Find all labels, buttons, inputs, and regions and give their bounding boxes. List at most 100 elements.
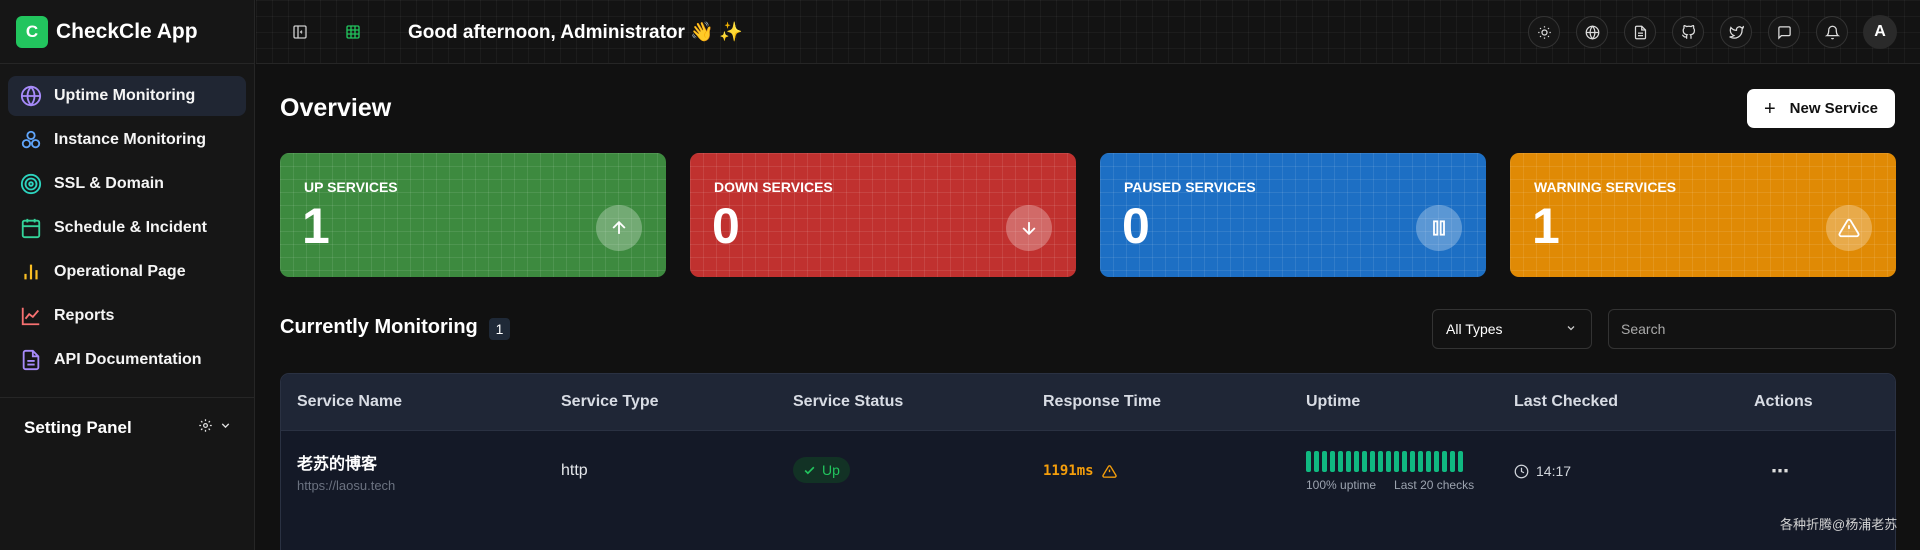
up-services-card: UP SERVICES 1 [280,153,666,277]
uptime-check-bar [1314,451,1319,472]
sidebar-item-instance-monitoring[interactable]: Instance Monitoring [8,120,246,160]
new-service-button[interactable]: + New Service [1747,89,1895,128]
sidebar-item-uptime-monitoring[interactable]: Uptime Monitoring [8,76,246,116]
service-type: http [561,462,588,479]
card-label: PAUSED SERVICES [1124,179,1256,195]
greeting-text: Good afternoon, Administrator [408,22,685,43]
uptime-caption: 100% uptime Last 20 checks [1306,478,1474,492]
card-value: 0 [712,198,740,254]
card-label: WARNING SERVICES [1534,179,1677,195]
column-header-actions: Actions [1754,393,1813,410]
sidebar-item-ssl-domain[interactable]: SSL & Domain [8,164,246,204]
uptime-check-bar [1418,451,1423,472]
warning-services-card: WARNING SERVICES 1 [1510,153,1896,277]
docs-button[interactable] [1624,16,1656,48]
last-checked: 14:17 [1514,463,1571,479]
sidebar-nav: Uptime Monitoring Instance Monitoring SS… [0,64,254,380]
uptime-check-bar [1426,451,1431,472]
uptime-check-bar [1450,451,1455,472]
greeting: Good afternoon, Administrator 👋 ✨ [408,20,743,44]
column-header-service-name[interactable]: Service Name [297,393,402,411]
sun-icon [1537,25,1551,39]
uptime-check-bar [1306,451,1311,472]
card-label: DOWN SERVICES [714,179,833,195]
uptime-check-bar [1330,451,1335,472]
sidebar-item-label: Operational Page [54,263,186,280]
sidebar-item-label: Uptime Monitoring [54,87,196,104]
column-header-uptime[interactable]: Uptime [1306,393,1360,411]
arrow-up-icon [596,205,642,251]
brand[interactable]: C CheckCle App [0,0,254,64]
column-header-service-status[interactable]: Service Status [793,393,903,411]
message-icon [1777,25,1791,40]
card-value: 1 [1532,198,1560,254]
sidebar-item-label: Reports [54,307,115,324]
uptime-check-bar [1378,451,1383,472]
status-text: Up [822,462,840,478]
card-value: 1 [302,198,330,254]
uptime-check-bar [1354,451,1359,472]
setting-panel[interactable]: Setting Panel [24,418,232,438]
language-button[interactable] [1576,16,1608,48]
document-icon [1634,25,1646,39]
sidebar-item-reports[interactable]: Reports [8,296,246,336]
column-header-last-checked[interactable]: Last Checked [1514,393,1618,411]
twitter-button[interactable] [1720,16,1752,48]
status-badge: Up [793,457,850,483]
sidebar-item-operational-page[interactable]: Operational Page [8,252,246,292]
app-name: CheckCle App [56,19,198,43]
sidebar: C CheckCle App Uptime Monitoring Instanc… [0,0,255,550]
service-url: https://laosu.tech [297,478,396,493]
table-header: Service Name Service Type Service Status… [281,374,1895,431]
twitter-icon [1728,25,1744,39]
github-icon [1681,24,1695,39]
page-title: Overview [280,94,392,122]
globe-icon [20,85,42,107]
search-input[interactable] [1608,309,1896,349]
sidebar-toggle-icon[interactable] [290,22,310,42]
github-button[interactable] [1672,16,1704,48]
uptime-check-bar [1434,451,1439,472]
warning-icon [1826,205,1872,251]
uptime-check-bar [1346,451,1351,472]
column-header-service-type[interactable]: Service Type [561,393,659,411]
uptime-check-bar [1394,451,1399,472]
avatar[interactable]: A [1863,15,1897,49]
monitoring-title: Currently Monitoring [280,316,478,338]
gear-icon [198,418,213,438]
chevron-down-icon [219,419,232,437]
setting-panel-controls[interactable] [198,418,232,438]
services-table: Service Name Service Type Service Status… [280,373,1896,550]
radar-icon [20,173,42,195]
sidebar-item-api-documentation[interactable]: API Documentation [8,340,246,380]
uptime-check-bar [1338,451,1343,472]
type-filter-select[interactable]: All Types [1432,309,1592,349]
file-icon [20,349,42,371]
notifications-button[interactable] [1816,16,1848,48]
column-header-response-time[interactable]: Response Time [1043,393,1161,411]
feedback-button[interactable] [1768,16,1800,48]
sidebar-item-label: SSL & Domain [54,175,164,192]
theme-toggle-button[interactable] [1528,16,1560,48]
last-checked-time: 14:17 [1536,463,1572,479]
uptime-bars [1306,451,1463,472]
bar-chart-icon [20,261,42,283]
topbar: Good afternoon, Administrator 👋 ✨ A [256,0,1920,64]
sidebar-divider [0,397,255,398]
monitoring-count-badge: 1 [489,318,510,340]
uptime-check-bar [1410,451,1415,472]
uptime-check-bar [1370,451,1375,472]
check-icon [804,466,815,474]
app-root: C CheckCle App Uptime Monitoring Instanc… [0,0,1920,550]
sidebar-item-schedule-incident[interactable]: Schedule & Incident [8,208,246,248]
arrow-down-icon [1006,205,1052,251]
chevron-down-icon [1565,321,1577,337]
grid-icon[interactable] [343,22,363,42]
bell-icon [1824,25,1840,39]
response-time: 1191ms [1043,463,1117,479]
row-actions-button[interactable]: ⋯ [1765,456,1795,486]
clock-icon [1514,464,1529,478]
uptime-window: Last 20 checks [1394,478,1475,492]
type-filter-value: All Types [1446,321,1503,337]
service-name[interactable]: 老苏的博客 [297,450,377,474]
